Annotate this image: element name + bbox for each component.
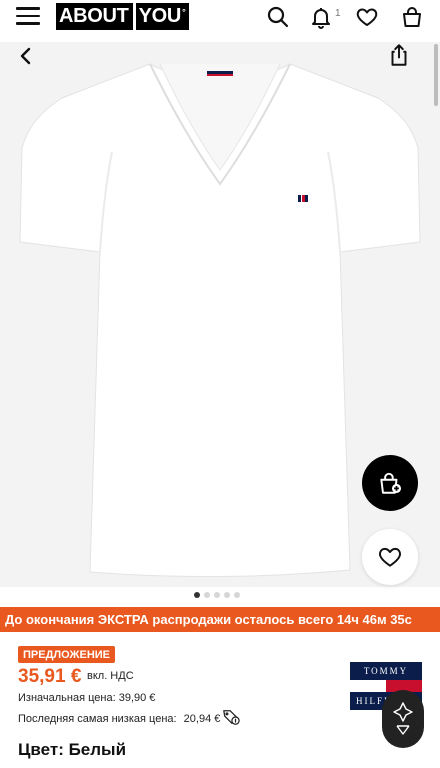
sale-countdown-banner[interactable]: До окончания ЭКСТРА распродажи осталось … [0, 607, 440, 632]
color-label: Цвет: Белый [18, 740, 127, 759]
product-image-gallery[interactable] [0, 42, 440, 587]
add-to-bag-button[interactable] [362, 455, 418, 511]
heart-icon[interactable] [355, 5, 379, 29]
lowest-price-label: Последняя самая низкая цена: [18, 713, 177, 725]
logo-about: ABOUT [56, 3, 133, 30]
about-you-logo[interactable]: ABOUT YOU ° [56, 3, 190, 30]
price-info-icon[interactable] [221, 708, 241, 726]
logo-you: YOU ° [135, 3, 190, 30]
heart-icon [379, 547, 401, 567]
menu-icon[interactable] [16, 7, 40, 27]
brand-logo-flag [350, 680, 422, 692]
lowest-price: Последняя самая низкая цена: 20,94 € [18, 713, 220, 725]
bag-icon[interactable] [400, 5, 424, 29]
scrollbar[interactable] [434, 44, 438, 106]
pagination-dot[interactable] [204, 592, 210, 598]
current-price: 35,91 € [18, 666, 82, 687]
pagination-dot[interactable] [214, 592, 220, 598]
top-header: ABOUT YOU ° 1 [0, 0, 440, 34]
original-price: Изначальная цена: 39,90 € [18, 692, 156, 704]
logo-mark: ° [182, 6, 186, 17]
pagination-dot[interactable] [224, 592, 230, 598]
logo-you-text: YOU [138, 5, 182, 27]
notification-count: 1 [335, 8, 341, 19]
bag-add-icon [380, 472, 402, 494]
pagination-dot[interactable] [234, 592, 240, 598]
chevron-left-icon[interactable] [14, 44, 38, 68]
search-icon[interactable] [266, 5, 290, 29]
brand-logo-top: TOMMY [350, 662, 422, 680]
offer-badge: ПРЕДЛОЖЕНИЕ [18, 646, 116, 663]
sparkle-icon [393, 702, 413, 735]
share-icon[interactable] [386, 42, 412, 68]
image-pagination[interactable] [194, 592, 240, 598]
vat-note: вкл. НДС [87, 670, 134, 682]
bell-icon[interactable] [309, 5, 333, 29]
lowest-price-value: 20,94 € [183, 713, 221, 725]
add-to-wishlist-button[interactable] [362, 529, 418, 585]
assistant-fab-button[interactable] [382, 690, 424, 748]
pagination-dot[interactable] [194, 592, 200, 598]
